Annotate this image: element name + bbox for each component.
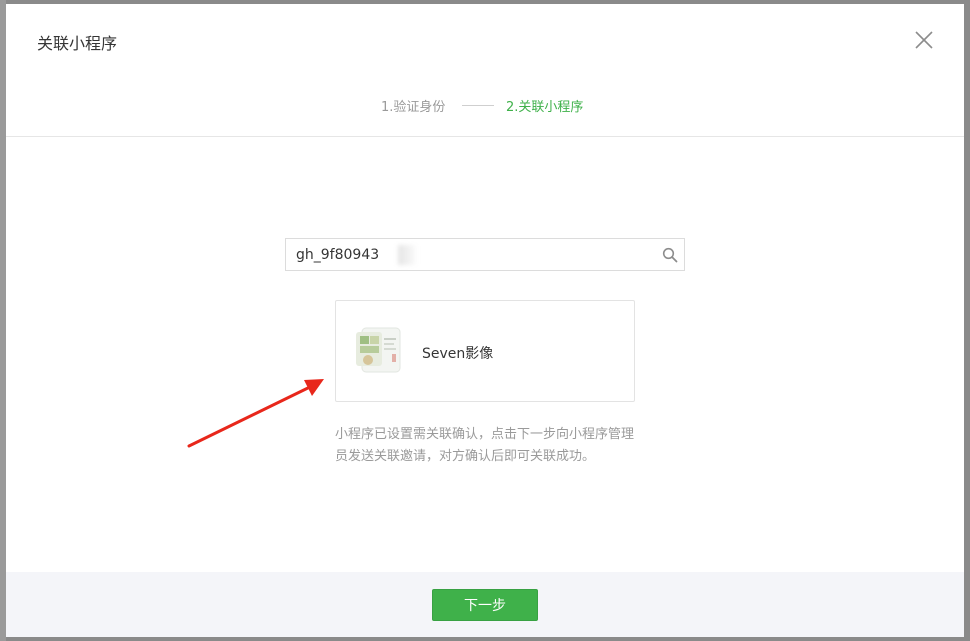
close-icon[interactable] [912, 28, 936, 52]
step-link-mini-program: 2.关联小程序 [506, 100, 584, 115]
dialog-footer: 下一步 [6, 572, 964, 637]
mini-program-thumbnail-icon [356, 327, 401, 373]
next-step-button[interactable]: 下一步 [432, 589, 538, 621]
search-input[interactable] [286, 239, 646, 270]
link-mini-program-dialog: 关联小程序 1.验证身份 2.关联小程序 Seven影像 [6, 4, 964, 637]
annotation-arrow-icon [187, 379, 324, 448]
redaction-blur [398, 245, 418, 265]
dialog-title: 关联小程序 [37, 34, 118, 53]
step-indicator: 1.验证身份 2.关联小程序 [6, 96, 964, 116]
mini-program-result-card[interactable]: Seven影像 [335, 300, 635, 402]
mini-program-name: Seven影像 [422, 346, 494, 362]
step-connector [462, 105, 494, 106]
search-box [285, 238, 685, 271]
step-verify-identity: 1.验证身份 [381, 100, 446, 115]
search-icon[interactable] [662, 247, 678, 263]
header-divider [6, 136, 964, 137]
confirmation-tip: 小程序已设置需关联确认，点击下一步向小程序管理员发送关联邀请，对方确认后即可关联… [335, 427, 635, 464]
